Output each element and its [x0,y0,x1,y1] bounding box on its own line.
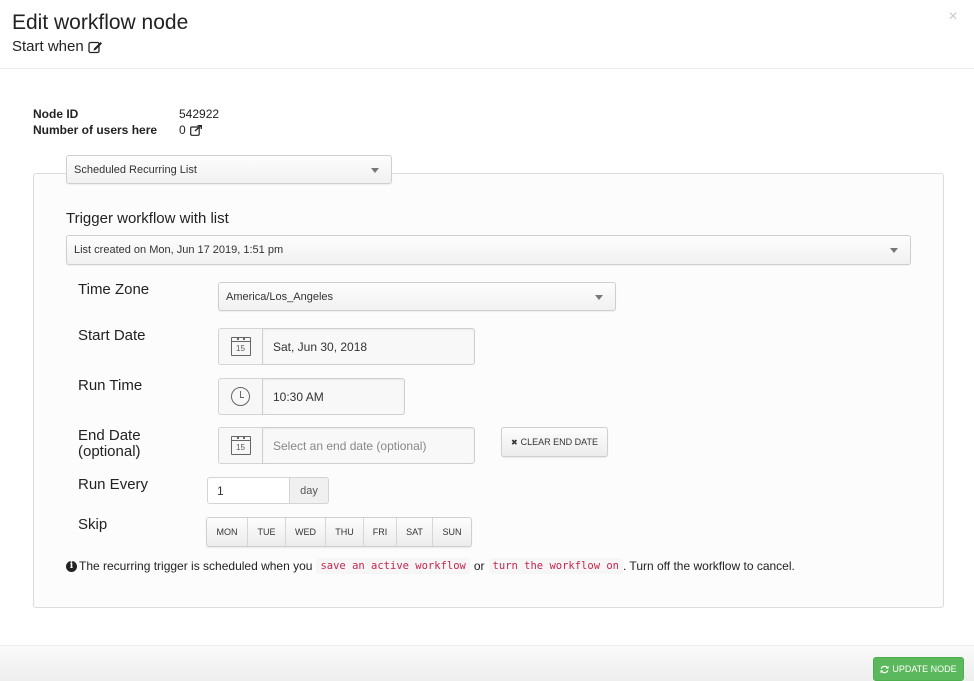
note-text-3: . Turn off the workflow to cancel. [622,559,795,573]
calendar-icon: 15 [230,436,251,455]
run-every-input[interactable]: 1 [207,477,290,504]
start-date-calendar-button[interactable]: 15 [218,328,263,365]
skip-day-fri[interactable]: FRI [364,518,397,546]
clear-end-date-button[interactable]: ✖ CLEAR END DATE [501,427,608,457]
refresh-icon [880,665,889,674]
caret-down-icon [371,167,379,173]
users-count-value: 0 [179,123,186,137]
skip-days-group: MON TUE WED THU FRI SAT SUN [206,517,472,547]
note-text-2: or [473,559,485,573]
info-circle-icon: i [66,560,77,572]
node-id-value: 542922 [179,107,220,121]
note-code-turn-workflow-on: turn the workflow on [488,558,623,574]
end-date-input[interactable]: Select an end date (optional) [262,427,475,464]
skip-day-wed[interactable]: WED [286,518,326,546]
time-zone-value: America/Los_Angeles [226,290,334,303]
close-button[interactable]: × [946,9,960,25]
users-count: 0 [179,123,202,137]
calendar-icon: 15 [230,337,251,356]
skip-day-sat[interactable]: SAT [397,518,433,546]
modal-footer [0,645,974,681]
trigger-list-select[interactable]: List created on Mon, Jun 17 2019, 1:51 p… [66,235,911,265]
run-time-clock-button[interactable] [218,378,263,415]
update-node-label: UPDATE NODE [892,664,957,674]
header-divider [0,68,974,69]
run-every-unit: day [289,477,329,504]
caret-down-icon [890,248,898,253]
modal-title: Edit workflow node [12,11,189,34]
external-link-icon[interactable] [189,124,202,136]
end-date-label-line2: (optional) [78,443,141,460]
times-icon: ✖ [510,437,518,447]
run-time-input[interactable]: 10:30 AM [262,378,405,415]
modal-subtitle: Start when [12,38,103,55]
end-date-label: End Date (optional) [78,428,141,460]
skip-label: Skip [78,516,108,533]
trigger-type-value: Scheduled Recurring List [74,163,197,176]
clear-end-date-label: CLEAR END DATE [520,437,599,447]
scheduling-note: i The recurring trigger is scheduled whe… [66,558,795,574]
node-id-label: Node ID [33,107,79,121]
users-count-label: Number of users here [33,123,158,137]
skip-day-sun[interactable]: SUN [433,518,471,546]
trigger-list-value: List created on Mon, Jun 17 2019, 1:51 p… [74,244,284,256]
trigger-type-select[interactable]: Scheduled Recurring List [66,155,392,184]
end-date-calendar-button[interactable]: 15 [218,427,263,464]
caret-down-icon [595,294,603,300]
clock-icon [231,387,250,406]
run-time-label: Run Time [78,377,143,394]
trigger-list-heading: Trigger workflow with list [66,210,229,227]
skip-day-tue[interactable]: TUE [248,518,286,546]
time-zone-select[interactable]: America/Los_Angeles [218,282,616,311]
note-code-save-active-workflow: save an active workflow [316,558,470,574]
skip-day-mon[interactable]: MON [207,518,248,546]
subtitle-text: Start when [12,38,84,55]
edit-icon[interactable] [88,40,103,54]
time-zone-label: Time Zone [78,281,150,298]
start-date-input[interactable]: Sat, Jun 30, 2018 [262,328,475,365]
skip-day-thu[interactable]: THU [326,518,364,546]
end-date-label-line1: End Date [78,427,141,444]
note-text-1: The recurring trigger is scheduled when … [79,559,313,573]
start-date-label: Start Date [78,327,146,344]
update-node-button[interactable]: UPDATE NODE [873,657,964,681]
run-every-label: Run Every [78,476,149,493]
